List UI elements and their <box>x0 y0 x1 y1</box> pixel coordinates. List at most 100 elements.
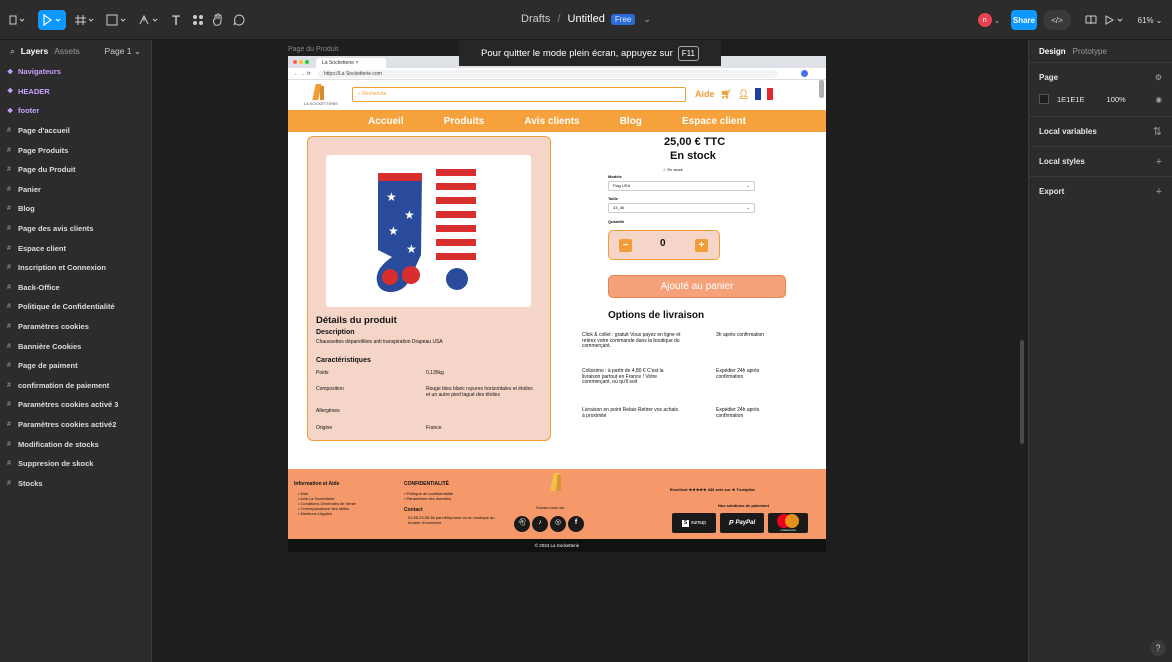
layer-list: ❖ Navigateurs ❖ HEADER ❖ footer # Page d'accuei… <box>0 62 151 493</box>
layer-item[interactable]: ❖ HEADER <box>0 82 151 102</box>
layer-item[interactable]: ❖ footer <box>0 101 151 121</box>
frame-hash-icon: # <box>7 479 11 487</box>
page-settings-icon[interactable]: ⚙ <box>1155 73 1162 82</box>
stock-badge: ✓ En stock <box>663 167 683 172</box>
layer-item[interactable]: # Blog <box>0 199 151 219</box>
avatar-chevron-icon: ⌄ <box>993 15 1001 25</box>
layer-item[interactable]: # Paramètres cookies <box>0 317 151 337</box>
library-button[interactable] <box>1084 10 1098 30</box>
user-avatar[interactable]: n ⌄ <box>977 10 1001 30</box>
file-name[interactable]: Untitled <box>568 13 605 25</box>
canvas-scrollbar[interactable] <box>1020 340 1024 444</box>
search-icon[interactable]: ⌕ <box>10 46 15 57</box>
sumup-logo: Ssumup <box>672 513 716 533</box>
site-footer: Information et Aide • Aide • Avis La Soc… <box>288 469 826 539</box>
frame-hash-icon: # <box>7 205 11 213</box>
site-nav: Accueil Produits Avis clients Blog Espac… <box>288 110 826 132</box>
browser-urlbar: ← → ⟳ https://La Socketterie.com <box>288 68 826 80</box>
export-section[interactable]: Export + <box>1029 176 1172 206</box>
layer-item[interactable]: # Politique de Confidentialité <box>0 297 151 317</box>
layer-item[interactable]: # Page du Produit <box>0 160 151 180</box>
quantity-value: 0 <box>660 238 666 249</box>
tab-assets[interactable]: Assets <box>54 46 80 56</box>
info-list: • Aide • Avis La Socketterie • Condition… <box>298 491 356 516</box>
zoom-menu[interactable]: 61% ⌄ <box>1132 10 1168 30</box>
layer-name: Blog <box>18 204 35 214</box>
present-button[interactable] <box>1102 10 1128 30</box>
layer-item[interactable]: # Paramètres cookies activé2 <box>0 415 151 435</box>
layer-name: Paramètres cookies activé 3 <box>18 400 119 410</box>
site-search-input: ⌕ Recherche <box>352 87 686 102</box>
layer-item[interactable]: # Panier <box>0 180 151 200</box>
help-button[interactable]: ? <box>1150 640 1166 656</box>
layer-item[interactable]: # Suppresion de skock <box>0 454 151 474</box>
tab-prototype[interactable]: Prototype <box>1073 47 1107 56</box>
product-page-frame[interactable]: La Socketterie × ← → ⟳ https://La Socket… <box>288 56 826 552</box>
tab-layers[interactable]: Layers <box>21 46 48 56</box>
tab-design[interactable]: Design <box>1039 47 1066 56</box>
design-panel: Design Prototype Page ⚙ 1E1E1E 100% ◉ Lo… <box>1028 40 1172 662</box>
page-opacity-value[interactable]: 100% <box>1107 95 1126 104</box>
frame-hash-icon: # <box>7 401 11 409</box>
frame-hash-icon: # <box>7 166 11 174</box>
layer-item[interactable]: # Page d'accueil <box>0 121 151 141</box>
page-selector[interactable]: Page 1 ⌄ <box>105 46 141 57</box>
frame-hash-icon: # <box>7 264 11 272</box>
page-color-swatch[interactable] <box>1039 94 1049 104</box>
nav-avis-clients: Avis clients <box>524 115 580 127</box>
size-select: 43_46 ⌄ <box>608 203 755 213</box>
drafts-link[interactable]: Drafts <box>521 13 550 25</box>
layer-item[interactable]: # Paramètres cookies activé 3 <box>0 395 151 415</box>
spec-label: Composition <box>316 386 344 392</box>
frame-hash-icon: # <box>7 420 11 428</box>
share-button[interactable]: Share <box>1011 10 1037 30</box>
frame-label[interactable]: Page du Produit <box>288 46 338 53</box>
layer-name: HEADER <box>18 86 50 96</box>
page-color-row[interactable]: 1E1E1E 100% ◉ <box>1039 94 1162 104</box>
description-text: Chaussettes dépareillées anti transpirat… <box>316 339 443 345</box>
layer-item[interactable]: # Espace client <box>0 238 151 258</box>
layer-item[interactable]: # Page des avis clients <box>0 219 151 239</box>
shipping-title: Options de livraison <box>608 310 705 321</box>
layer-item[interactable]: # Inscription et Connexion <box>0 258 151 278</box>
frame-hash-icon: # <box>7 127 11 135</box>
layer-item[interactable]: # Stocks <box>0 473 151 493</box>
contact-title: Contact <box>404 507 423 513</box>
payment-title: Nos solutions de paiement <box>718 503 769 508</box>
characteristics-title: Caractéristiques <box>316 357 371 364</box>
page-color-value[interactable]: 1E1E1E <box>1057 95 1085 104</box>
plus-icon[interactable]: + <box>1156 186 1162 198</box>
layer-item[interactable]: # confirmation de paiement <box>0 376 151 396</box>
layer-name: Paramètres cookies activé2 <box>18 419 117 429</box>
copyright: © 2024 La Socketterie <box>288 539 826 552</box>
chevron-down-icon[interactable]: ⌄ <box>643 14 651 24</box>
component-icon: ❖ <box>7 88 14 96</box>
layer-item[interactable]: ❖ Navigateurs <box>0 62 151 82</box>
local-styles-section[interactable]: Local styles + <box>1029 146 1172 176</box>
layer-name: Stocks <box>18 478 43 488</box>
svg-text:★: ★ <box>388 224 399 238</box>
plus-icon[interactable]: + <box>1156 156 1162 168</box>
plan-badge[interactable]: Free <box>610 14 636 25</box>
layer-item[interactable]: # Page de paiment <box>0 356 151 376</box>
dev-mode-toggle[interactable]: </> <box>1043 10 1071 30</box>
local-variables-section[interactable]: Local variables ⇅ <box>1029 116 1172 146</box>
model-value: Flag USA <box>613 183 631 188</box>
toast-text: Pour quitter le mode plein écran, appuye… <box>481 47 673 59</box>
minus-button: − <box>619 239 632 252</box>
component-icon: ❖ <box>7 107 14 115</box>
layer-item[interactable]: # Bannière Cookies <box>0 336 151 356</box>
profile-icon <box>801 70 808 77</box>
page-name: Page 1 <box>104 45 132 56</box>
layer-name: Page de paiment <box>18 361 78 371</box>
layer-item[interactable]: # Modification de stocks <box>0 434 151 454</box>
eye-icon[interactable]: ◉ <box>1155 95 1162 104</box>
quantity-stepper: − 0 + <box>608 230 720 260</box>
layer-item[interactable]: # Back-Office <box>0 278 151 298</box>
spec-value: 0,135kg <box>426 370 444 376</box>
shipping-delay: 3h après confirmation <box>716 332 765 338</box>
layer-item[interactable]: # Page Produits <box>0 140 151 160</box>
paypal-icon: P <box>728 519 734 527</box>
frame-hash-icon: # <box>7 225 11 233</box>
variables-icon[interactable]: ⇅ <box>1153 125 1162 138</box>
